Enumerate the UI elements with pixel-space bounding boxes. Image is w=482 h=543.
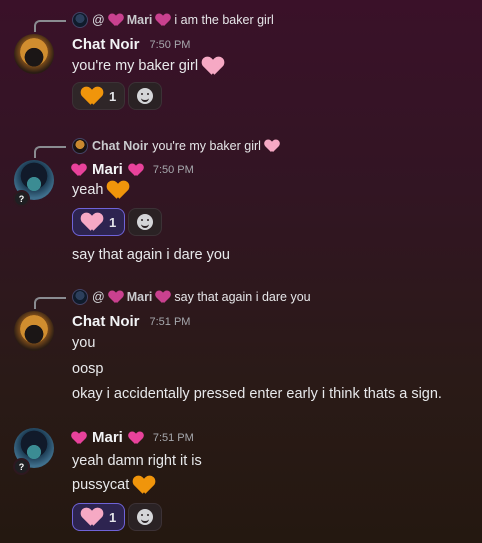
- heart-emoji-icon: [72, 432, 86, 444]
- message-header: Chat Noir 7:51 PM: [72, 313, 190, 330]
- pink-heart-emoji-icon: [203, 57, 223, 74]
- reply-preview[interactable]: @ Mari i am the baker girl: [72, 12, 274, 28]
- reaction-pink-heart[interactable]: 1: [72, 208, 126, 236]
- smile-icon: [137, 214, 153, 230]
- reply-text: say that again i dare you: [174, 290, 311, 304]
- orange-heart-emoji-icon: [134, 476, 154, 493]
- heart-emoji-icon: [109, 14, 123, 26]
- message-header: Chat Noir 7:50 PM: [72, 36, 190, 53]
- message-header: Mari 7:50 PM: [72, 161, 194, 178]
- heart-emoji-icon: [156, 291, 170, 303]
- author-name[interactable]: Chat Noir: [72, 313, 140, 330]
- reply-avatar-icon: [72, 289, 88, 305]
- reaction-count: 1: [109, 509, 117, 525]
- reply-author: Chat Noir: [92, 139, 149, 153]
- add-reaction-button[interactable]: [128, 503, 162, 531]
- timestamp: 7:51 PM: [152, 431, 194, 444]
- avatar[interactable]: [14, 34, 54, 74]
- add-reaction-button[interactable]: [128, 82, 162, 110]
- reply-connector: [34, 20, 66, 32]
- author-name[interactable]: Mari: [92, 161, 123, 178]
- message-text: yeah: [72, 182, 129, 198]
- reaction-orange-heart[interactable]: 1: [72, 82, 126, 110]
- reply-author: Mari: [126, 13, 153, 27]
- status-badge: ?: [13, 458, 30, 475]
- timestamp: 7:51 PM: [149, 315, 191, 328]
- timestamp: 7:50 PM: [149, 38, 191, 51]
- orange-heart-emoji-icon: [82, 87, 102, 104]
- add-reaction-button[interactable]: [128, 208, 162, 236]
- avatar[interactable]: [14, 311, 54, 351]
- message-text: you're my baker girl: [72, 58, 224, 74]
- message-text: okay i accidentally pressed enter early …: [72, 386, 442, 402]
- message-text: yeah damn right it is: [72, 453, 202, 469]
- reply-prefix: @: [92, 290, 105, 304]
- orange-heart-emoji-icon: [108, 181, 128, 198]
- reply-avatar-icon: [72, 138, 88, 154]
- author-name[interactable]: Chat Noir: [72, 36, 140, 53]
- pink-heart-emoji-icon: [265, 140, 279, 152]
- message-text: oosp: [72, 361, 104, 377]
- message-text: say that again i dare you: [72, 247, 230, 263]
- heart-emoji-icon: [156, 14, 170, 26]
- smile-icon: [137, 509, 153, 525]
- author-name[interactable]: Mari: [92, 429, 123, 446]
- timestamp: 7:50 PM: [152, 163, 194, 176]
- message-text: pussycat: [72, 477, 155, 493]
- reaction-pink-heart[interactable]: 1: [72, 503, 126, 531]
- reply-author: Mari: [126, 290, 153, 304]
- reaction-count: 1: [109, 214, 117, 230]
- message-header: Mari 7:51 PM: [72, 429, 194, 446]
- reaction-count: 1: [109, 88, 117, 104]
- reply-text: you're my baker girl: [152, 139, 261, 153]
- heart-emoji-icon: [129, 164, 143, 176]
- reply-connector: [34, 297, 66, 309]
- reply-text: i am the baker girl: [174, 13, 274, 27]
- smile-icon: [137, 88, 153, 104]
- heart-emoji-icon: [109, 291, 123, 303]
- reply-preview[interactable]: Chat Noir you're my baker girl: [72, 138, 279, 154]
- reply-prefix: @: [92, 13, 105, 27]
- reply-preview[interactable]: @ Mari say that again i dare you: [72, 289, 311, 305]
- pink-heart-emoji-icon: [82, 213, 102, 230]
- status-badge: ?: [13, 190, 30, 207]
- heart-emoji-icon: [72, 164, 86, 176]
- message-text: you: [72, 335, 96, 351]
- reply-avatar-icon: [72, 12, 88, 28]
- reply-connector: [34, 146, 66, 158]
- heart-emoji-icon: [129, 432, 143, 444]
- pink-heart-emoji-icon: [82, 508, 102, 525]
